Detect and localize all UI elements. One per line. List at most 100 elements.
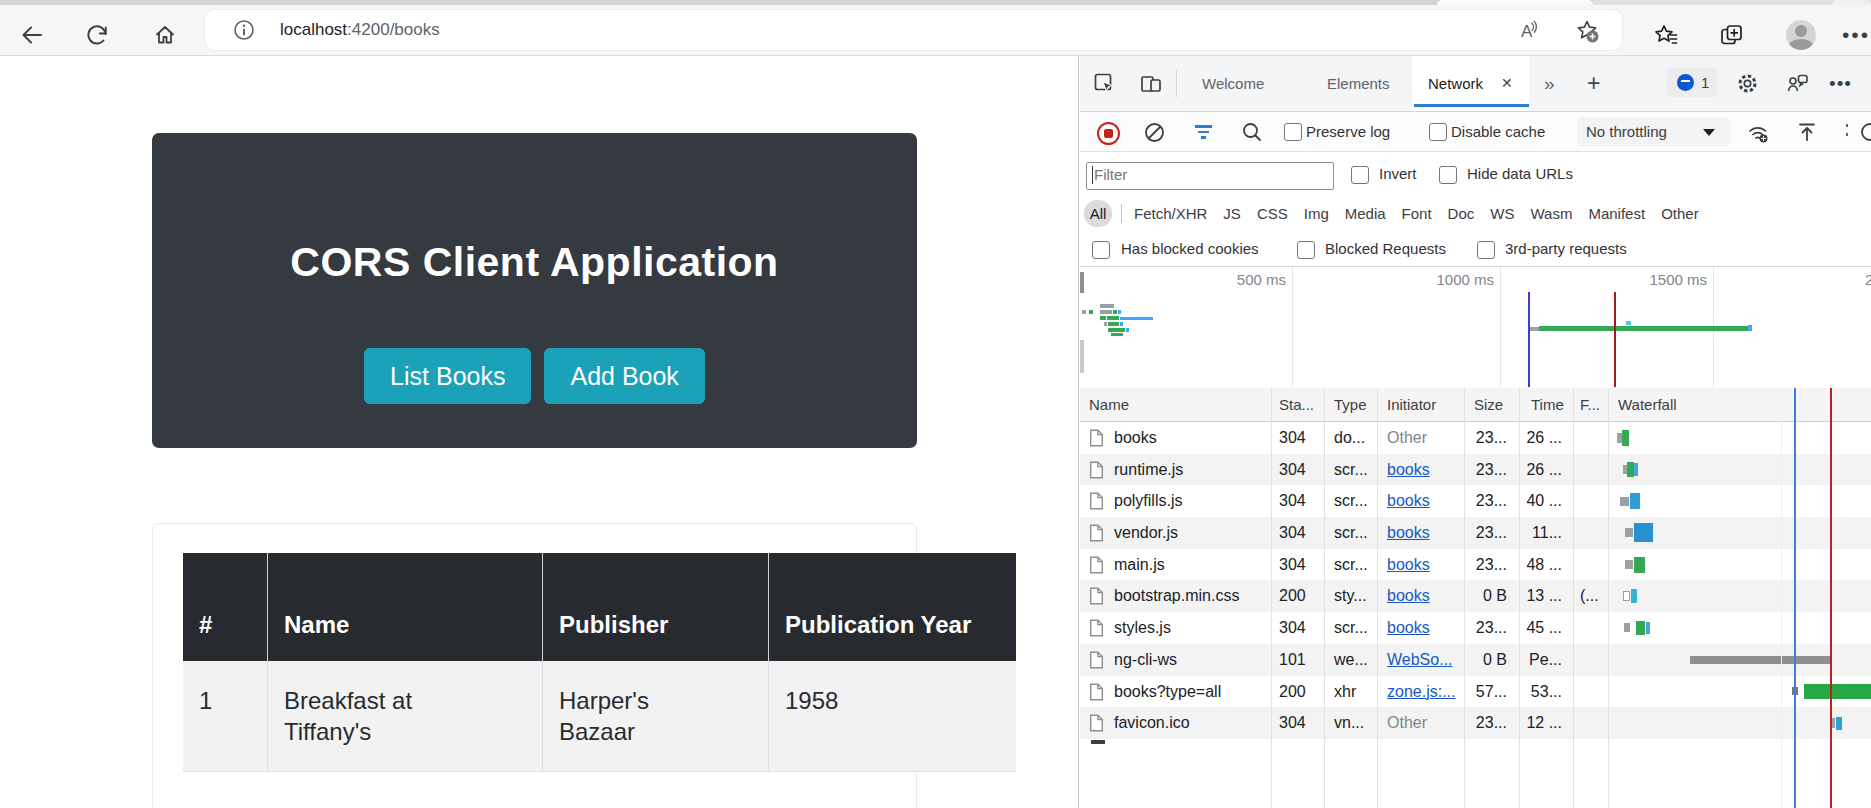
request-name[interactable]: main.js <box>1114 549 1165 581</box>
filter-pill-img[interactable]: Img <box>1304 196 1329 232</box>
network-row-books[interactable]: books304do...Other23...26 ... <box>1080 422 1871 454</box>
colhead-f[interactable]: F... <box>1580 388 1600 421</box>
record-button[interactable] <box>1097 122 1120 145</box>
network-row-polyfills.js[interactable]: polyfills.js304scr...books23...40 ... <box>1080 485 1871 517</box>
colhead-name[interactable]: Name <box>1089 388 1129 421</box>
request-initiator[interactable]: WebSo... <box>1387 644 1453 676</box>
request-name[interactable]: polyfills.js <box>1114 485 1182 517</box>
invert-checkbox[interactable] <box>1351 166 1369 184</box>
filter-pill-wasm[interactable]: Wasm <box>1530 196 1572 232</box>
request-name[interactable]: bootstrap.min.css <box>1114 580 1239 612</box>
clipped-toolbar-icon[interactable] <box>1856 121 1871 143</box>
throttling-select[interactable]: No throttling <box>1577 117 1730 146</box>
request-initiator[interactable]: books <box>1387 549 1430 581</box>
inspect-icon[interactable] <box>1094 73 1115 94</box>
request-initiator[interactable]: books <box>1387 517 1430 549</box>
column-separator[interactable] <box>1271 388 1272 808</box>
filter-pill-fetch-xhr[interactable]: Fetch/XHR <box>1134 196 1207 232</box>
filter-pill-doc[interactable]: Doc <box>1448 196 1475 232</box>
request-initiator[interactable]: books <box>1387 612 1430 644</box>
network-row-main.js[interactable]: main.js304scr...books23...48 ... <box>1080 549 1871 581</box>
filter-pill-media[interactable]: Media <box>1345 196 1386 232</box>
disable-cache-checkbox[interactable] <box>1429 123 1447 141</box>
search-icon[interactable] <box>1241 121 1263 143</box>
filter-pill-manifest[interactable]: Manifest <box>1588 196 1645 232</box>
preserve-log-checkbox[interactable] <box>1284 123 1302 141</box>
add-favorite-icon[interactable] <box>1573 17 1601 45</box>
column-separator[interactable] <box>1573 388 1574 808</box>
network-row-runtime.js[interactable]: runtime.js304scr...books23...26 ... <box>1080 454 1871 486</box>
issues-counter[interactable]: 1 <box>1666 68 1718 97</box>
gear-icon[interactable] <box>1736 72 1759 95</box>
filter-pill-css[interactable]: CSS <box>1257 196 1288 232</box>
network-row-bootstrap.min.css[interactable]: bootstrap.min.css200sty...books0 B13 ...… <box>1080 580 1871 612</box>
settings-menu-icon[interactable]: ••• <box>1842 32 1868 38</box>
request-name[interactable]: ng-cli-ws <box>1114 644 1177 676</box>
request-initiator[interactable]: books <box>1387 454 1430 486</box>
add-book-button[interactable]: Add Book <box>544 348 704 404</box>
devtools-menu-icon[interactable]: ••• <box>1829 56 1852 111</box>
column-separator[interactable] <box>1464 388 1465 808</box>
colhead-size[interactable]: Size <box>1474 388 1503 421</box>
column-separator[interactable] <box>1377 388 1378 808</box>
import-har-icon[interactable] <box>1796 121 1818 143</box>
has-blocked-cookies-checkbox[interactable] <box>1092 241 1110 259</box>
request-name[interactable]: vendor.js <box>1114 517 1178 549</box>
collections-icon[interactable] <box>1718 22 1745 49</box>
close-tab-icon[interactable]: ✕ <box>1501 56 1513 111</box>
column-separator[interactable] <box>1608 388 1609 808</box>
third-party-requests-checkbox[interactable] <box>1477 241 1495 259</box>
tab-network[interactable]: Network ✕ <box>1412 56 1529 111</box>
clear-icon[interactable] <box>1144 122 1165 143</box>
request-initiator[interactable]: books <box>1387 485 1430 517</box>
request-name[interactable]: runtime.js <box>1114 454 1183 486</box>
network-row-favicon.ico[interactable]: favicon.ico304vn...Other23...12 ... <box>1080 707 1871 739</box>
request-name[interactable]: books <box>1114 422 1157 454</box>
back-icon[interactable] <box>20 23 44 47</box>
network-row-ng-cli-ws[interactable]: ng-cli-ws101we...WebSo...0 BPe... <box>1080 644 1871 676</box>
tab-elements[interactable]: Elements <box>1327 56 1390 111</box>
colhead-type[interactable]: Type <box>1334 388 1367 421</box>
address-bar[interactable]: localhost:4200/books A <box>205 10 1622 50</box>
filter-pill-font[interactable]: Font <box>1402 196 1432 232</box>
request-initiator[interactable]: zone.js:... <box>1387 676 1455 708</box>
favorites-icon[interactable] <box>1652 22 1679 49</box>
request-name[interactable]: styles.js <box>1114 612 1171 644</box>
add-tab-icon[interactable]: + <box>1587 56 1600 111</box>
device-toolbar-icon[interactable] <box>1140 73 1162 94</box>
filter-pill-other[interactable]: Other <box>1661 196 1699 232</box>
network-overview[interactable]: 500 ms 1000 ms 1500 ms 2 <box>1080 267 1871 389</box>
filter-pill-all[interactable]: All <box>1084 200 1112 227</box>
tab-welcome[interactable]: Welcome <box>1202 56 1264 111</box>
request-initiator[interactable]: books <box>1387 580 1430 612</box>
column-separator[interactable] <box>1324 388 1325 808</box>
filter-pill-js[interactable]: JS <box>1223 196 1241 232</box>
profile-avatar[interactable] <box>1786 20 1816 50</box>
refresh-icon[interactable] <box>85 23 109 47</box>
network-row-books-type-all[interactable]: books?type=all200xhrzone.js:...57...53..… <box>1080 676 1871 708</box>
hide-data-urls-checkbox[interactable] <box>1439 166 1457 184</box>
filter-pill-ws[interactable]: WS <box>1490 196 1514 232</box>
filter-input[interactable]: Filter <box>1086 162 1334 190</box>
filter-icon[interactable] <box>1195 125 1212 139</box>
colhead-time[interactable]: Time <box>1531 388 1564 421</box>
url-text[interactable]: localhost:4200/books <box>280 10 440 50</box>
network-row-styles.js[interactable]: styles.js304scr...books23...45 ... <box>1080 612 1871 644</box>
column-separator[interactable] <box>1519 388 1520 808</box>
read-aloud-icon[interactable]: A <box>1517 18 1543 44</box>
network-conditions-icon[interactable] <box>1746 121 1772 145</box>
colhead-waterfall[interactable]: Waterfall <box>1618 388 1677 421</box>
request-name[interactable]: books?type=all <box>1114 676 1221 708</box>
overview-handle[interactable] <box>1080 272 1084 293</box>
blocked-requests-checkbox[interactable] <box>1297 241 1315 259</box>
request-name[interactable]: favicon.ico <box>1114 707 1190 739</box>
more-tabs-icon[interactable]: » <box>1544 56 1555 111</box>
colhead-initiator[interactable]: Initiator <box>1387 388 1436 421</box>
overview-handle[interactable] <box>1080 340 1084 373</box>
colhead-status[interactable]: Sta... <box>1279 388 1314 421</box>
list-books-button[interactable]: List Books <box>364 348 531 404</box>
network-row-vendor.js[interactable]: vendor.js304scr...books23...11... <box>1080 517 1871 549</box>
home-icon[interactable] <box>153 23 177 47</box>
experiments-icon[interactable] <box>1786 73 1809 94</box>
site-info-icon[interactable] <box>233 19 255 41</box>
